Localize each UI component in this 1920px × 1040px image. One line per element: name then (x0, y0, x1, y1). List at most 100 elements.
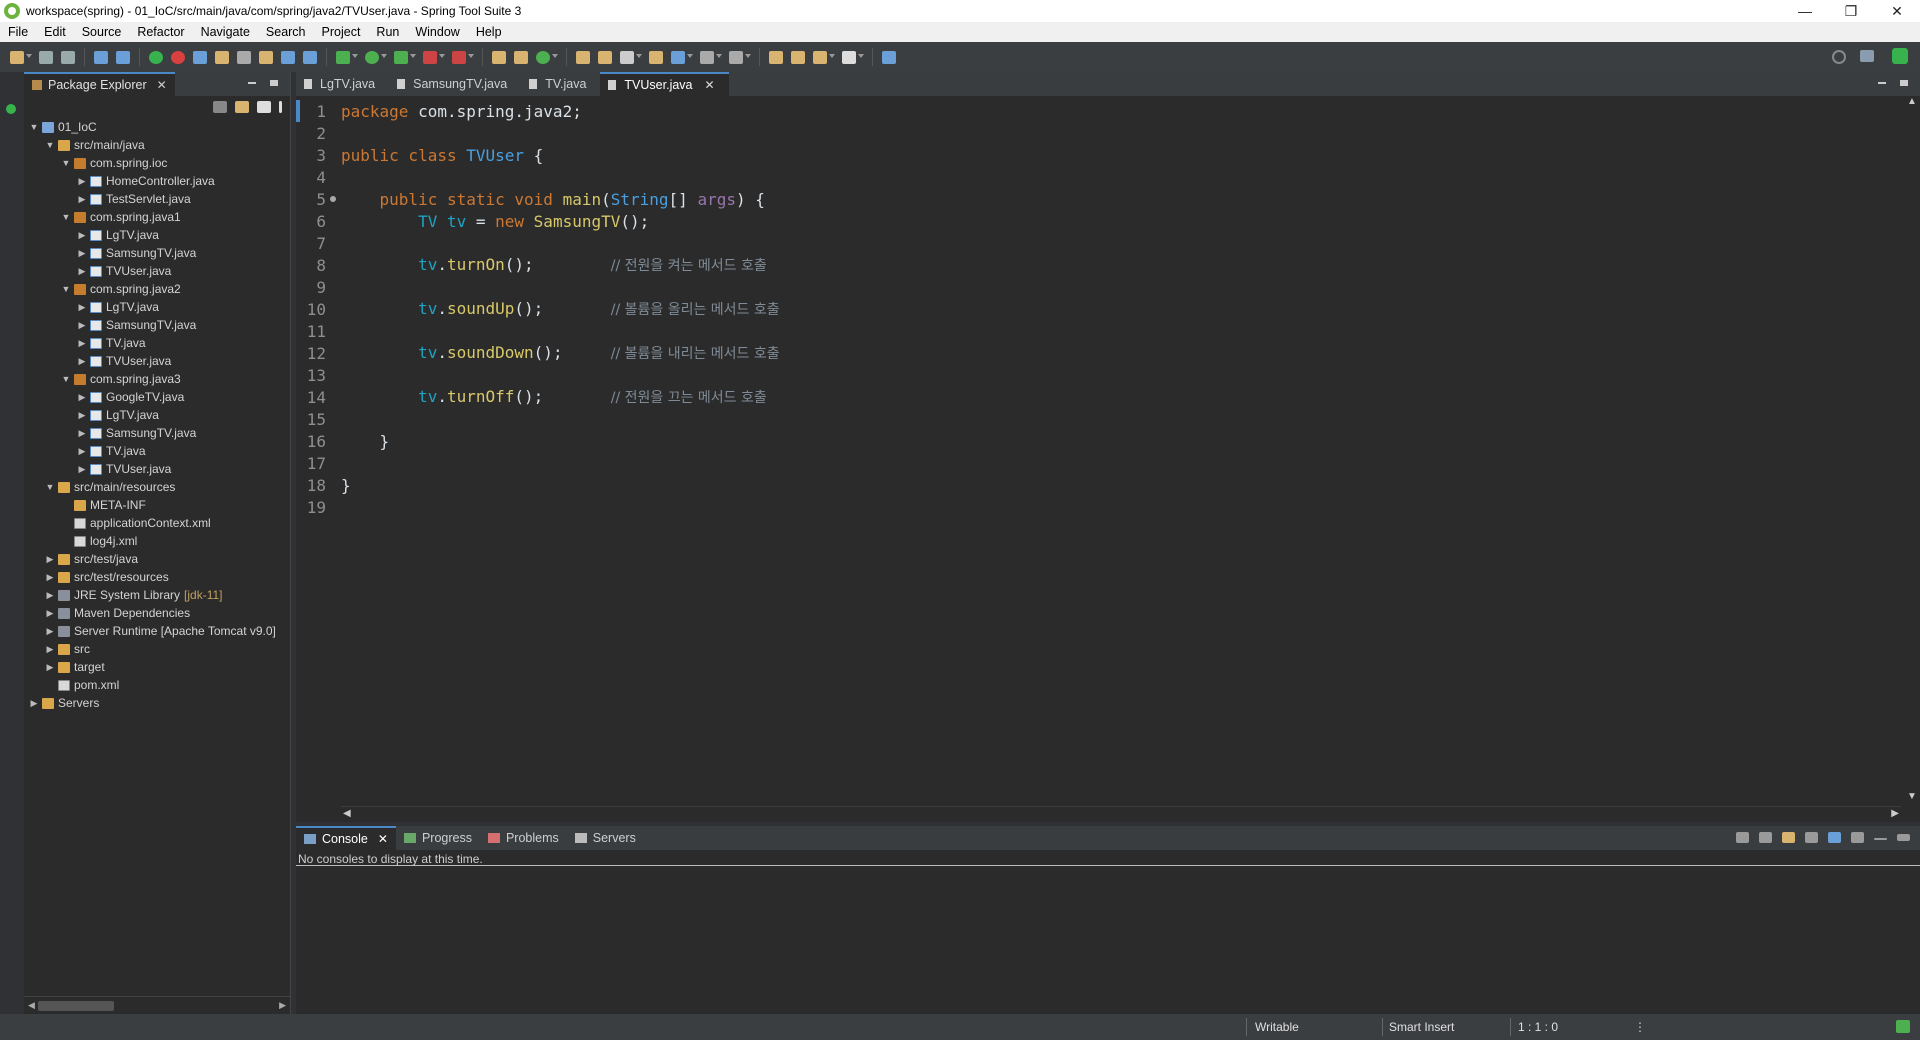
maximize-icon[interactable] (270, 80, 278, 86)
brush-dropdown-icon[interactable] (636, 54, 642, 60)
server-dropdown-icon[interactable] (468, 54, 474, 60)
package-explorer-hscrollbar[interactable]: ◀ ▶ (24, 996, 290, 1014)
tree-item[interactable]: ▶ TVUser.java (76, 352, 172, 370)
terminal-icon[interactable] (116, 50, 130, 64)
search-files-icon[interactable] (671, 50, 685, 64)
tree-item[interactable]: ▼ 01_IoC (28, 118, 97, 136)
open-type-icon[interactable] (193, 50, 207, 64)
menu-navigate[interactable]: Navigate (193, 25, 258, 39)
open-console-icon[interactable] (1782, 832, 1795, 843)
console-tab[interactable]: Console ✕ (296, 826, 396, 850)
open-resource-icon[interactable] (649, 50, 663, 64)
menu-run[interactable]: Run (368, 25, 407, 39)
pin-editor-icon[interactable] (882, 50, 896, 64)
tree-item[interactable]: applicationContext.xml (60, 514, 211, 532)
close-icon[interactable]: ✕ (705, 78, 715, 92)
minimize-icon[interactable] (1878, 82, 1886, 84)
next-edit-icon[interactable] (791, 50, 805, 64)
chevron-right-icon[interactable]: ▶ (76, 230, 88, 241)
chevron-right-icon[interactable]: ▶ (44, 662, 56, 673)
run-dropdown-icon[interactable] (381, 54, 387, 60)
editor-tab[interactable]: SamsungTV.java (389, 72, 521, 96)
fold-marker-icon[interactable] (330, 196, 336, 202)
notifications-icon[interactable] (1896, 1020, 1910, 1033)
focus-workspace-icon[interactable] (257, 101, 271, 113)
refresh-dropdown-icon[interactable] (552, 54, 558, 60)
chevron-right-icon[interactable]: ▶ (76, 410, 88, 421)
tree-item[interactable]: ▼ com.spring.ioc (60, 154, 168, 172)
menu-file[interactable]: File (0, 25, 36, 39)
forward-arrow-icon[interactable] (842, 50, 856, 64)
search-icon[interactable] (1832, 50, 1846, 64)
new-package-icon[interactable] (492, 50, 506, 64)
stop-server-icon[interactable] (423, 50, 437, 64)
minimize-icon[interactable] (248, 82, 256, 84)
menu-refactor[interactable]: Refactor (129, 25, 192, 39)
save-icon[interactable] (39, 50, 53, 64)
tree-item[interactable]: ▶ LgTV.java (76, 226, 159, 244)
tree-item[interactable]: ▶ GoogleTV.java (76, 388, 185, 406)
open-file-icon[interactable] (598, 50, 612, 64)
chevron-down-icon[interactable]: ▼ (44, 482, 56, 492)
tree-item[interactable]: ▶ Maven Dependencies (44, 604, 191, 622)
chevron-right-icon[interactable]: ▶ (76, 392, 88, 403)
tree-item[interactable]: ▼ com.spring.java3 (60, 370, 181, 388)
spring-boot-icon[interactable] (149, 50, 163, 64)
new-dropdown-icon[interactable] (26, 54, 32, 60)
pin-icon[interactable] (729, 50, 743, 64)
console-icon[interactable] (94, 50, 108, 64)
tree-item[interactable]: ▶ Server Runtime [Apache Tomcat v9.0] (44, 622, 276, 640)
collapse-all-icon[interactable] (213, 101, 227, 113)
pin-dropdown-icon[interactable] (745, 54, 751, 60)
maximize-icon[interactable] (1900, 80, 1908, 86)
open-perspective-icon[interactable] (1860, 50, 1874, 62)
chevron-right-icon[interactable]: ▶ (44, 590, 56, 601)
tab-package-explorer[interactable]: Package Explorer ✕ (24, 72, 175, 96)
chevron-right-icon[interactable]: ▶ (76, 464, 88, 475)
chevron-right-icon[interactable]: ▶ (76, 194, 88, 205)
run-icon[interactable] (365, 50, 379, 64)
tree-item[interactable]: ▶ src/test/resources (44, 568, 169, 586)
task-icon[interactable] (259, 50, 273, 64)
tree-item[interactable]: ▶ TVUser.java (76, 262, 172, 280)
build-icon[interactable] (215, 50, 229, 64)
chevron-down-icon[interactable]: ▼ (60, 284, 72, 294)
word-wrap-icon[interactable] (1828, 832, 1841, 843)
tree-item[interactable]: ▼ com.spring.java2 (60, 280, 181, 298)
close-button[interactable]: ✕ (1874, 3, 1920, 20)
tree-item[interactable]: ▶ TV.java (76, 334, 146, 352)
chevron-right-icon[interactable]: ▶ (44, 626, 56, 637)
minimize-icon[interactable] (1874, 838, 1887, 840)
copy-icon[interactable] (1805, 832, 1818, 843)
tree-item[interactable]: ▶ src/test/java (44, 550, 139, 568)
console-tab[interactable]: Problems (480, 826, 567, 850)
chevron-down-icon[interactable]: ▼ (28, 122, 40, 132)
debug-dropdown-icon[interactable] (352, 54, 358, 60)
debug-stop-icon[interactable] (171, 50, 185, 64)
back-arrow-icon[interactable] (813, 50, 827, 64)
spring-dashboard-icon[interactable] (6, 104, 16, 114)
chevron-down-icon[interactable]: ▼ (60, 158, 72, 168)
new-icon[interactable] (10, 50, 24, 64)
spring-perspective-icon[interactable] (1892, 48, 1908, 64)
annotation-icon[interactable] (700, 50, 714, 64)
chevron-right-icon[interactable]: ▶ (76, 320, 88, 331)
editor-hscrollbar[interactable]: ◀ ▶ (341, 806, 1901, 822)
tree-item[interactable]: pom.xml (44, 676, 119, 694)
display-console-icon[interactable] (1759, 832, 1772, 843)
tree-item[interactable]: ▶ JRE System Library [jdk-11] (44, 586, 223, 604)
debug-icon[interactable] (336, 50, 350, 64)
menu-search[interactable]: Search (258, 25, 314, 39)
chevron-right-icon[interactable]: ▶ (76, 446, 88, 457)
tree-item[interactable]: META-INF (60, 496, 146, 514)
tree-item[interactable]: ▶ SamsungTV.java (76, 424, 197, 442)
chevron-right-icon[interactable]: ▶ (44, 554, 56, 565)
external-tools-dropdown-icon[interactable] (410, 54, 416, 60)
pilcrow-icon[interactable] (303, 50, 317, 64)
annotation-dropdown-icon[interactable] (716, 54, 722, 60)
chevron-right-icon[interactable]: ▶ (44, 644, 56, 655)
save-all-icon[interactable] (61, 50, 75, 64)
minimize-button[interactable]: — (1782, 3, 1828, 19)
chevron-right-icon[interactable]: ▶ (44, 608, 56, 619)
chevron-right-icon[interactable]: ▶ (76, 266, 88, 277)
